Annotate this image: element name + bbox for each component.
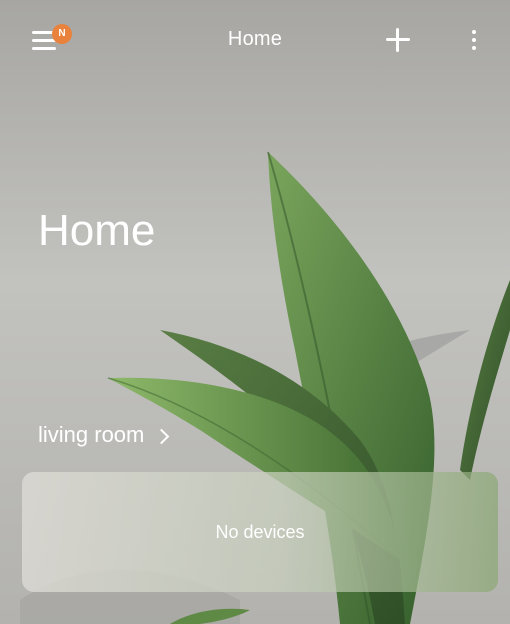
more-options-button[interactable]	[460, 22, 488, 58]
empty-state-text: No devices	[215, 521, 305, 542]
room-link-living-room[interactable]: living room	[38, 420, 170, 450]
add-button[interactable]	[380, 22, 416, 58]
home-screen: N Home Home living room No devices	[0, 0, 510, 624]
top-app-bar: N Home	[0, 0, 510, 80]
app-bar-title: Home	[227, 28, 283, 50]
home-heading: Home	[38, 206, 156, 255]
devices-card[interactable]: No devices	[22, 472, 498, 592]
room-label: living room	[38, 422, 145, 447]
chevron-right-icon	[154, 428, 170, 444]
